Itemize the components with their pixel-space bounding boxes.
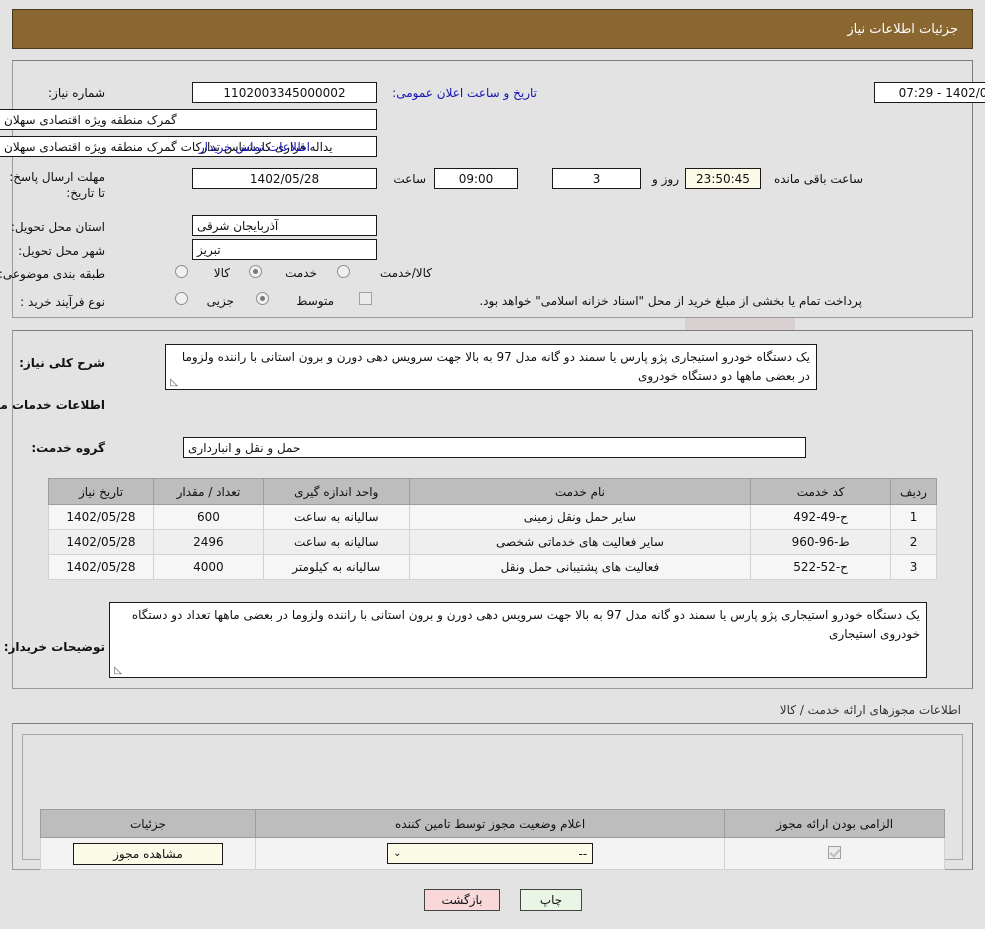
- category-label: طبقه بندی موضوعی:: [0, 267, 105, 281]
- view-permit-button[interactable]: مشاهده مجوز: [72, 842, 223, 865]
- service-group-field[interactable]: حمل و نقل و انبارداری: [183, 437, 806, 458]
- col-row: ردیف: [890, 478, 937, 505]
- cell-code: ح-52-522: [750, 554, 892, 580]
- page-title: جزئیات اطلاعات نیاز: [12, 9, 973, 49]
- cell-date: 1402/05/28: [48, 504, 154, 530]
- deadline-label: مهلت ارسال پاسخ: تا تاریخ:: [9, 170, 105, 200]
- cell-code: ط-96-960: [750, 529, 892, 555]
- cell-name: سایر فعالیت های خدماتی شخصی: [408, 529, 752, 555]
- col-permit-status: اعلام وضعیت مجوز توسط تامین کننده: [254, 809, 726, 838]
- treasury-text: پرداخت تمام یا بخشی از مبلغ خرید از محل …: [479, 294, 862, 308]
- general-desc-value: یک دستگاه خودرو استیجاری پژو پارس یا سمن…: [181, 350, 810, 383]
- deadline-hour-label: ساعت: [393, 172, 426, 186]
- cell-row: 3: [890, 554, 937, 580]
- cell-row: 2: [890, 529, 937, 555]
- public-announce-field[interactable]: 1402/05/24 - 07:29: [874, 82, 985, 103]
- cell-name: سایر حمل ونقل زمینی: [408, 504, 752, 530]
- province-field[interactable]: آذربایجان شرقی: [192, 215, 377, 236]
- cell-unit: سالیانه به کیلومتر: [262, 554, 410, 580]
- creator-field[interactable]: یداله قراری کارشناس تدارکات گمرک منطقه و…: [0, 136, 377, 157]
- radio-category-kala-label: کالا: [213, 266, 230, 280]
- resize-grip-icon[interactable]: ◺: [112, 666, 122, 676]
- province-label: استان محل تحویل:: [10, 220, 105, 234]
- radio-category-khedmat-label: خدمت: [285, 266, 317, 280]
- page-title-text: جزئیات اطلاعات نیاز: [847, 21, 958, 37]
- page-root: AriaTender.net جزئیات اطلاعات نیاز شماره…: [0, 0, 985, 929]
- permits-header-row: الزامی بودن ارائه مجوز اعلام وضعیت مجوز …: [40, 809, 945, 838]
- back-button[interactable]: بازگشت: [424, 889, 500, 911]
- radio-process-motavasset[interactable]: [256, 292, 269, 305]
- days-label: روز و: [652, 172, 679, 186]
- table-row[interactable]: 3 ح-52-522 فعالیت های پشتیبانی حمل ونقل …: [48, 554, 937, 580]
- public-announce-label: تاریخ و ساعت اعلان عمومی:: [392, 86, 537, 100]
- radio-category-khedmat[interactable]: [249, 265, 262, 278]
- permit-detail-cell: مشاهده مجوز: [40, 837, 256, 870]
- permit-required-cell: [724, 837, 945, 870]
- permits-row: ⌄ -- مشاهده مجوز: [40, 837, 945, 870]
- process-label: نوع فرآیند خرید :: [20, 295, 105, 309]
- cell-qty: 4000: [153, 554, 264, 580]
- cell-date: 1402/05/28: [48, 529, 154, 555]
- radio-category-kala[interactable]: [175, 265, 188, 278]
- remaining-days-field[interactable]: 3: [552, 168, 641, 189]
- service-group-label: گروه خدمت:: [31, 441, 105, 455]
- permit-status-value: --: [578, 846, 588, 861]
- cell-unit: سالیانه به ساعت: [262, 504, 410, 530]
- remaining-hours-label: ساعت باقی مانده: [773, 172, 863, 186]
- permit-required-checkbox: [828, 845, 842, 859]
- cell-qty: 2496: [153, 529, 264, 555]
- permits-table: الزامی بودن ارائه مجوز اعلام وضعیت مجوز …: [40, 809, 945, 870]
- col-permit-required: الزامی بودن ارائه مجوز: [724, 809, 945, 838]
- radio-process-jozei-label: جزیی: [206, 294, 234, 308]
- city-field[interactable]: تبریز: [192, 239, 377, 260]
- col-qty: تعداد / مقدار: [153, 478, 264, 505]
- col-unit: واحد اندازه گیری: [262, 478, 410, 505]
- table-row[interactable]: 1 ح-49-492 سایر حمل ونقل زمینی سالیانه ب…: [48, 504, 937, 530]
- print-button[interactable]: چاپ: [520, 889, 582, 911]
- deadline-date-field[interactable]: 1402/05/28: [192, 168, 377, 189]
- radio-category-kala-khedmat-label: کالا/خدمت: [379, 266, 432, 280]
- col-date: تاریخ نیاز: [48, 478, 154, 505]
- table-row[interactable]: 2 ط-96-960 سایر فعالیت های خدماتی شخصی س…: [48, 529, 937, 555]
- services-table-header-row: ردیف کد خدمت نام خدمت واحد اندازه گیری ت…: [48, 478, 937, 505]
- permit-status-cell: ⌄ --: [254, 837, 726, 870]
- need-number-field[interactable]: 1102003345000002: [192, 82, 377, 103]
- cell-code: ح-49-492: [750, 504, 892, 530]
- buyer-notes-label: توضیحات خریدار:: [3, 640, 105, 654]
- buyer-notes-value: یک دستگاه خودرو استیجاری پژو پارس یا سمن…: [131, 608, 920, 641]
- need-number-label: شماره نیاز:: [48, 86, 105, 100]
- buyer-contact-link[interactable]: اطلاعات تماس خریدار: [199, 140, 310, 154]
- resize-grip-icon[interactable]: ◺: [168, 378, 178, 388]
- col-code: کد خدمت: [750, 478, 892, 505]
- radio-process-jozei[interactable]: [175, 292, 188, 305]
- radio-category-kala-khedmat[interactable]: [337, 265, 350, 278]
- treasury-checkbox[interactable]: [359, 292, 372, 305]
- cell-date: 1402/05/28: [48, 554, 154, 580]
- buyer-org-field[interactable]: گمرک منطقه ویژه اقتصادی سهلان: [0, 109, 377, 130]
- col-permit-detail: جزئیات: [40, 809, 256, 838]
- general-desc-label: شرح کلی نیاز:: [19, 356, 105, 370]
- permit-status-select[interactable]: ⌄ --: [387, 843, 594, 864]
- permits-section-title: اطلاعات مجوزهای ارائه خدمت / کالا: [779, 703, 961, 717]
- col-name: نام خدمت: [408, 478, 752, 505]
- city-label: شهر محل تحویل:: [18, 244, 105, 258]
- services-table: ردیف کد خدمت نام خدمت واحد اندازه گیری ت…: [48, 478, 937, 580]
- buyer-notes-textarea[interactable]: یک دستگاه خودرو استیجاری پژو پارس یا سمن…: [109, 602, 927, 678]
- cell-unit: سالیانه به ساعت: [262, 529, 410, 555]
- cell-row: 1: [890, 504, 937, 530]
- radio-process-motavasset-label: متوسط: [296, 294, 334, 308]
- general-desc-textarea[interactable]: یک دستگاه خودرو استیجاری پژو پارس یا سمن…: [165, 344, 817, 390]
- services-info-title: اطلاعات خدمات مورد نیاز: [0, 398, 105, 412]
- cell-qty: 600: [153, 504, 264, 530]
- chevron-down-icon: ⌄: [393, 848, 402, 859]
- deadline-time-field[interactable]: 09:00: [434, 168, 518, 189]
- cell-name: فعالیت های پشتیبانی حمل ونقل: [408, 554, 752, 580]
- countdown-field: 23:50:45: [685, 168, 761, 189]
